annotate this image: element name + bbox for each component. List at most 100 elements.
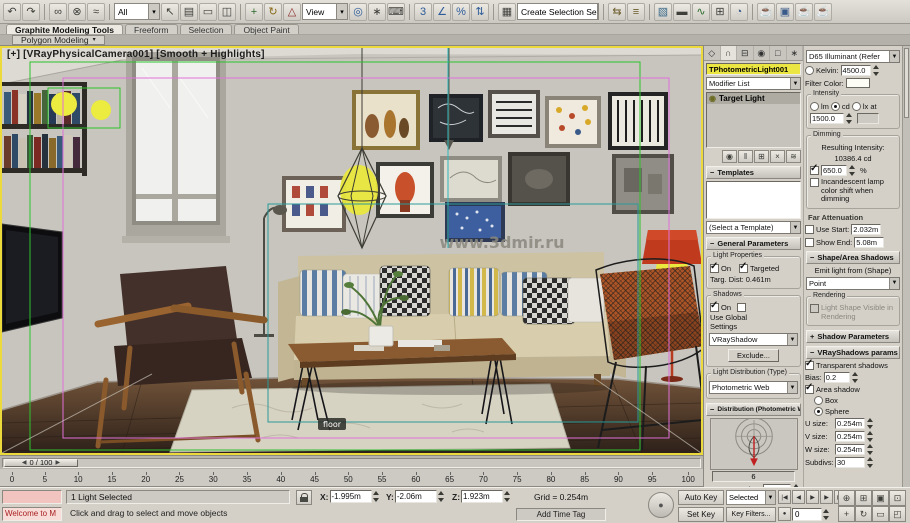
trackbar-ruler[interactable]: 0510152025303540455055606570758085909510… xyxy=(0,469,703,487)
color-illuminant-dropdown[interactable]: D65 Illuminant (Refer ▼ xyxy=(806,50,900,63)
intensity-field[interactable]: 1500.0 xyxy=(810,113,844,124)
rendered-frame-window-icon[interactable]: ▣ xyxy=(776,3,794,21)
far-atten-end-field[interactable]: 5.08m xyxy=(854,237,884,248)
go-to-start-button[interactable]: |◀ xyxy=(778,490,791,504)
ribbon-tab-selection[interactable]: Selection xyxy=(180,24,233,34)
shadow-type-dropdown[interactable]: VRayShadow ▼ xyxy=(709,333,798,346)
ribbon-tab-object-paint[interactable]: Object Paint xyxy=(234,24,298,34)
edit-named-selection-sets-icon[interactable]: ▦ xyxy=(498,3,516,21)
lm-radio[interactable] xyxy=(810,102,819,111)
ribbon-tab-graphite-modeling-tools[interactable]: Graphite Modeling Tools xyxy=(6,24,123,34)
filter-color-swatch[interactable] xyxy=(846,78,870,88)
templates-list[interactable] xyxy=(706,181,801,219)
select-and-move-icon[interactable]: + xyxy=(245,3,263,21)
render-iterative-icon[interactable]: ☕ xyxy=(814,3,832,21)
window[interactable] xyxy=(122,52,230,243)
bookshelf[interactable] xyxy=(2,82,87,176)
use-global-settings-checkbox[interactable] xyxy=(737,303,746,312)
use-pivot-point-icon[interactable]: ◎ xyxy=(349,3,367,21)
mirror-icon[interactable]: ⇆ xyxy=(608,3,626,21)
intensity-spinner[interactable] xyxy=(846,113,855,124)
add-time-tag[interactable]: Add Time Tag xyxy=(516,508,606,521)
maxscript-listener-field[interactable]: Welcome to M xyxy=(2,507,62,521)
incandescent-checkbox[interactable] xyxy=(810,178,819,187)
set-key-button[interactable]: Set Key xyxy=(678,507,724,522)
window-crossing-icon[interactable]: ◫ xyxy=(218,3,236,21)
far-atten-start-field[interactable]: 2.032m xyxy=(851,224,881,235)
select-object-icon[interactable]: ↖ xyxy=(161,3,179,21)
web-file-name[interactable]: 6 xyxy=(712,471,795,482)
subdivs-spinner[interactable] xyxy=(867,457,876,468)
make-unique-icon[interactable]: ⊞ xyxy=(754,150,769,163)
modifier-stack[interactable]: ◉ Target Light xyxy=(706,92,801,148)
shadows-on-checkbox[interactable] xyxy=(710,303,719,312)
cd-radio[interactable] xyxy=(831,102,840,111)
time-slider-track[interactable]: ◀ 0 / 100 ▶ xyxy=(2,458,701,468)
general-parameters-rollout[interactable]: − General Parameters xyxy=(706,237,801,250)
hierarchy-tab[interactable]: ⊟ xyxy=(737,46,754,60)
display-tab[interactable]: □ xyxy=(770,46,787,60)
distribution-web-rollout[interactable]: − Distribution (Photometric Web) xyxy=(706,403,801,416)
light-glow-shelf-2[interactable] xyxy=(91,100,111,120)
angle-snap-icon[interactable]: ∠ xyxy=(433,3,451,21)
viewport-label[interactable]: [+] [VRayPhysicalCamera001] [Smooth + Hi… xyxy=(7,49,265,60)
zoom-extents-all-icon[interactable]: ⊡ xyxy=(889,490,906,506)
exclude-button[interactable]: Exclude... xyxy=(728,349,779,362)
kelvin-radio[interactable] xyxy=(805,66,814,75)
distribution-type-dropdown[interactable]: Photometric Web ▼ xyxy=(709,381,798,394)
configure-modifier-sets-icon[interactable]: ≋ xyxy=(786,150,801,163)
w-size-field[interactable]: 0.254m xyxy=(835,444,865,455)
key-mode-toggle-button[interactable]: ● xyxy=(778,507,791,521)
w-size-spinner[interactable] xyxy=(867,444,876,455)
x-coordinate-spinner[interactable] xyxy=(373,491,382,502)
key-selection-dropdown[interactable]: Selected ▼ xyxy=(726,490,776,505)
z-coordinate-field[interactable]: 1.923m xyxy=(461,490,503,503)
select-and-manipulate-icon[interactable]: ∗ xyxy=(368,3,386,21)
emit-shape-dropdown[interactable]: Point ▼ xyxy=(806,277,900,290)
auto-key-button[interactable]: Auto Key xyxy=(678,490,724,505)
area-shadow-checkbox[interactable] xyxy=(805,385,814,394)
select-by-name-icon[interactable]: ▤ xyxy=(180,3,198,21)
sphere-radio[interactable] xyxy=(814,407,823,416)
subdivs-field[interactable]: 30 xyxy=(835,457,865,468)
frame-spinner[interactable] xyxy=(823,509,832,520)
templates-rollout-header[interactable]: − Templates xyxy=(706,166,801,179)
create-tab[interactable]: ◇ xyxy=(704,46,721,60)
macro-recorder-field[interactable] xyxy=(2,490,62,504)
lock-selection-button[interactable] xyxy=(296,490,312,505)
far-atten-use-checkbox[interactable] xyxy=(805,225,814,234)
chevron-down-icon[interactable]: ▼ xyxy=(787,334,797,345)
light-glow-shelf[interactable] xyxy=(51,92,77,116)
y-coordinate-spinner[interactable] xyxy=(438,491,447,502)
time-slider-next-icon[interactable]: ▶ xyxy=(55,459,60,466)
u-size-field[interactable]: 0.254m xyxy=(835,418,865,429)
bias-spinner[interactable] xyxy=(852,372,861,383)
dimming-checkbox[interactable] xyxy=(810,166,819,175)
keyboard-override-icon[interactable]: ⌨ xyxy=(387,3,405,21)
chevron-down-icon[interactable]: ▼ xyxy=(889,278,899,289)
targeted-checkbox[interactable] xyxy=(739,264,748,273)
zoom-region-icon[interactable]: ▭ xyxy=(872,506,889,522)
vray-shadows-rollout[interactable]: − VRayShadows params xyxy=(806,346,900,359)
chevron-down-icon[interactable]: ▼ xyxy=(790,78,800,89)
scrollbar-thumb[interactable] xyxy=(904,48,909,118)
viewport-scene[interactable]: www.3dmir.ru floor xyxy=(2,48,701,453)
time-slider-thumb[interactable]: ◀ 0 / 100 ▶ xyxy=(4,459,78,467)
pin-stack-icon[interactable]: ◉ xyxy=(722,150,737,163)
bias-field[interactable]: 0.2 xyxy=(824,372,850,383)
modify-tab[interactable]: ∩ xyxy=(721,46,738,60)
tv[interactable] xyxy=(2,224,62,332)
v-size-spinner[interactable] xyxy=(867,431,876,442)
chevron-down-icon[interactable]: ▼ xyxy=(765,491,775,504)
select-and-link-icon[interactable]: ∞ xyxy=(49,3,67,21)
remove-modifier-icon[interactable]: × xyxy=(770,150,785,163)
dimming-percent-spinner[interactable] xyxy=(849,165,858,176)
percent-snap-icon[interactable]: % xyxy=(452,3,470,21)
schematic-view-icon[interactable]: ⊞ xyxy=(711,3,729,21)
dimming-percent-field[interactable]: 650.0 xyxy=(821,165,847,176)
show-end-result-icon[interactable]: ‖ xyxy=(738,150,753,163)
motion-tab[interactable]: ◉ xyxy=(754,46,771,60)
u-size-spinner[interactable] xyxy=(867,418,876,429)
undo-icon[interactable]: ↶ xyxy=(3,3,21,21)
graphite-ribbon-toggle-icon[interactable]: ▬ xyxy=(673,3,691,21)
